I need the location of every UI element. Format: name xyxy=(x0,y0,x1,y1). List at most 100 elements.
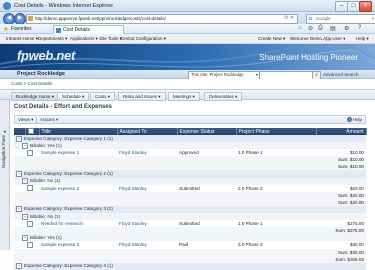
favorites-star-icon[interactable]: ★ xyxy=(3,25,9,33)
collapse-icon[interactable]: − xyxy=(22,213,28,220)
group-header-cell[interactable]: − Billable: No (1) xyxy=(14,213,366,221)
site-title[interactable]: Project Rockledge xyxy=(17,71,65,77)
assigned-to-link[interactable]: Floyd Stanley xyxy=(117,241,177,249)
group-label: Billable: Yes (1) xyxy=(30,235,62,241)
row-checkbox[interactable] xyxy=(25,220,39,228)
expense-status: Submitted xyxy=(177,220,236,228)
group-header-cell[interactable]: − Expense Category: Expense Category 3 (2… xyxy=(14,205,366,214)
search-scope-value: This Site: Project Rockledge xyxy=(191,72,244,77)
home-icon[interactable]: ⌂ xyxy=(298,25,302,31)
actions-menu[interactable]: Actions ▾ xyxy=(40,117,58,123)
assigned-to-link[interactable]: Floyd Stanley xyxy=(117,184,177,192)
global-navigation: Intranet Home ▾ Departments ▾ Applicatio… xyxy=(0,34,375,44)
table-row: Sample expense 1 Floyd Stanley Approved 1.0… xyxy=(14,149,366,157)
group-label: Expense Category: Expense Category 1 (1) xyxy=(24,135,113,141)
expense-amount: $30.00 xyxy=(316,241,366,249)
banner-tagline: SharePoint Hosting Pioneer xyxy=(259,53,358,62)
column-header-project-phase[interactable]: Project Phase xyxy=(236,128,317,135)
column-header-expense-status[interactable]: Expense Status xyxy=(177,128,237,135)
logo-prefix: fpweb xyxy=(17,48,54,63)
navigation-pane[interactable]: Navigation Pane ▸ xyxy=(0,100,10,250)
collapse-icon[interactable]: − xyxy=(22,142,28,149)
expand-column-header xyxy=(14,128,26,135)
help-menu-icon[interactable]: ? xyxy=(358,25,361,31)
project-phase: 1.0 Phase 1 xyxy=(236,149,316,157)
help-menu[interactable]: Help ▾ xyxy=(356,36,369,42)
sum-amount: Sum: $10.00 xyxy=(316,156,366,164)
sum-amount: Sum: $275.00 xyxy=(316,227,366,235)
expense-amount: $20.00 xyxy=(316,184,366,192)
assigned-to-link[interactable]: Floyd Stanley xyxy=(117,149,177,157)
global-nav-departments[interactable]: Departments ▾ xyxy=(38,36,67,42)
feeds-icon[interactable]: ⊜ xyxy=(308,25,313,32)
views-menu[interactable]: Views ▾ xyxy=(18,117,33,123)
expense-title-link[interactable]: Sample expense 3 xyxy=(39,241,117,249)
row-checkbox[interactable] xyxy=(25,184,39,192)
row-checkbox[interactable] xyxy=(25,149,39,157)
select-all-checkbox[interactable] xyxy=(25,128,40,135)
group-label: Billable: No (1) xyxy=(30,213,61,219)
column-header-title[interactable]: Title xyxy=(39,128,118,135)
sum-spacer xyxy=(14,163,316,171)
breadcrumb-text[interactable]: Costs > Cost Details xyxy=(11,81,52,86)
page-title: Cost Details - Effort and Expenses xyxy=(14,104,113,110)
collapse-icon[interactable]: − xyxy=(16,135,22,142)
list-toolbar: Views ▾ Actions ▾ ? Help xyxy=(14,115,366,124)
breadcrumb: Costs > Cost Details xyxy=(0,79,375,89)
tab-risks-and-issues[interactable]: Risks and Issues ▾ xyxy=(118,92,166,101)
help-link[interactable]: ? Help xyxy=(346,117,362,122)
create-new-menu[interactable]: Create New ▾ xyxy=(258,36,285,42)
group-header-cell[interactable]: − Expense Category: Expense Category 4 (1… xyxy=(14,262,366,270)
cost-details-table: Title Assigned To Expense Status Project… xyxy=(14,128,367,270)
group-header-category: − Expense Category: Expense Category 1 (1… xyxy=(14,135,366,143)
browser-search-input[interactable]: G Google ⌕ xyxy=(306,14,375,24)
tab-meetings[interactable]: Meetings ▾ xyxy=(168,92,200,101)
collapse-icon[interactable]: − xyxy=(22,178,28,185)
global-nav-intranet-home[interactable]: Intranet Home ▾ xyxy=(6,36,38,42)
group-header-cell[interactable]: − Expense Category: Expense Category 1 (1… xyxy=(14,135,366,143)
print-icon[interactable]: ⎙ xyxy=(318,25,323,32)
refresh-icon[interactable]: ⟳ ✕ xyxy=(284,15,294,22)
group-header-billable: − Billable: Yes (1) xyxy=(14,142,366,150)
tools-menu-icon[interactable]: ⚙ xyxy=(344,25,349,32)
expense-status: Paid xyxy=(177,241,236,249)
welcome-user-menu[interactable]: Welcome Demo.App.User ▾ xyxy=(290,36,345,42)
column-header-amount[interactable]: Amount xyxy=(316,128,367,135)
expense-title-link[interactable]: Needed for research xyxy=(39,220,117,228)
collapse-icon[interactable]: − xyxy=(16,171,22,178)
url-field[interactable]: http://demo.appserve.fpweb.net/ppm/rockl… xyxy=(26,14,298,24)
search-icon[interactable]: ⌕ xyxy=(371,15,374,22)
tab-schedule[interactable]: Schedule ▾ xyxy=(57,92,90,101)
global-nav-applications[interactable]: Applications ▾ xyxy=(70,36,98,42)
group-header-category: − Expense Category: Expense Category 4 (1… xyxy=(14,262,366,270)
search-engine-label: Google xyxy=(316,16,331,21)
assigned-to-link[interactable]: Floyd Stanley xyxy=(117,220,177,228)
logo-suffix: net xyxy=(56,48,75,63)
group-header-cell[interactable]: − Billable: Yes (1) xyxy=(14,142,366,150)
toolbar-divider xyxy=(36,117,37,123)
global-nav-central-configuration[interactable]: Central Configuration ▾ xyxy=(120,36,166,42)
collapse-icon[interactable]: − xyxy=(16,263,22,270)
expense-title-link[interactable]: Sample expense 1 xyxy=(39,149,117,157)
collapse-icon[interactable]: − xyxy=(22,234,28,241)
close-icon[interactable]: × xyxy=(359,1,372,12)
fpweb-logo[interactable]: fpweb.net xyxy=(17,48,75,63)
chevron-down-icon: ▾ xyxy=(255,72,258,77)
global-nav-site-tools[interactable]: Site Tools ▾ xyxy=(99,36,122,42)
advanced-search-link[interactable]: Advanced Search xyxy=(323,72,359,77)
group-header-cell[interactable]: − Billable: No (1) xyxy=(14,177,366,185)
table-row: Sample expense 2 Floyd Stanley Submitted 2.… xyxy=(14,184,366,192)
sum-row: Sum: $10.00 xyxy=(14,163,366,171)
tab-costs[interactable]: Costs ▾ xyxy=(90,92,116,101)
help-icon: ? xyxy=(346,117,352,122)
page-menu-icon[interactable]: ▤ xyxy=(330,25,336,32)
row-checkbox[interactable] xyxy=(25,241,39,249)
favorites-label[interactable]: Favorites xyxy=(11,26,32,32)
column-header-assigned-to[interactable]: Assigned To xyxy=(117,128,178,135)
tab-deliverables[interactable]: Deliverables ▾ xyxy=(204,92,243,101)
tab-rockledge-home[interactable]: Rockledge Home ▾ xyxy=(11,92,60,101)
expense-title-link[interactable]: Sample expense 2 xyxy=(39,184,117,192)
group-header-cell[interactable]: − Expense Category: Expense Category 2 (1… xyxy=(14,170,366,178)
group-header-cell[interactable]: − Billable: Yes (1) xyxy=(14,234,366,242)
collapse-icon[interactable]: − xyxy=(16,206,22,213)
